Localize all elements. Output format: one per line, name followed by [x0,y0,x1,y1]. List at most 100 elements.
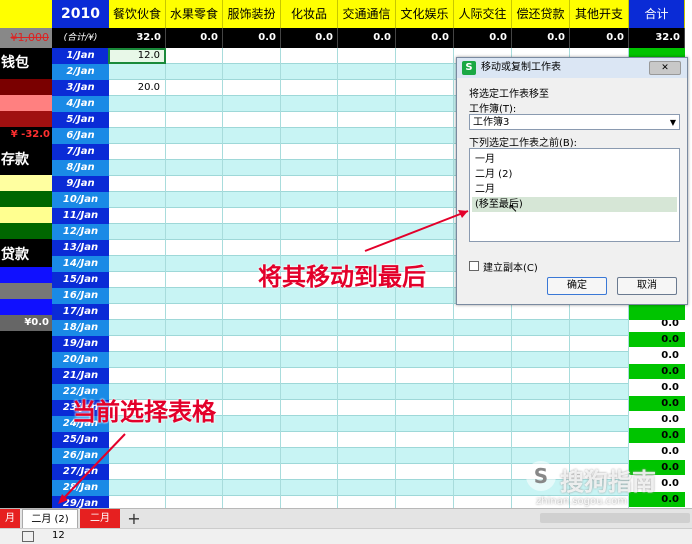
list-item[interactable]: 一月 [472,152,677,167]
date-cell[interactable]: 21/Jan [52,368,109,384]
dialog-titlebar[interactable]: S 移动或复制工作表 ✕ [457,58,687,78]
color-block [0,175,52,191]
date-cell[interactable]: 12/Jan [52,224,109,240]
column-header[interactable]: 餐饮伙食 [109,0,166,28]
total-cell[interactable]: 0.0 [629,380,685,396]
date-cell[interactable]: 16/Jan [52,288,109,304]
total-cell[interactable]: 0.0 [629,364,685,380]
dialog-title: 移动或复制工作表 [481,62,561,73]
table-row[interactable] [109,368,629,384]
date-cell[interactable]: 10/Jan [52,192,109,208]
total-cell[interactable] [629,304,685,320]
move-copy-dialog: S 移动或复制工作表 ✕ 将选定工作表移至 工作簿(T): 工作簿3 ▼ 下列选… [456,57,688,305]
table-row[interactable] [109,336,629,352]
date-cell[interactable]: 14/Jan [52,256,109,272]
total-cell[interactable]: 0.0 [629,396,685,412]
date-cell[interactable]: 1/Jan [52,48,109,64]
column-sum: 0.0 [454,28,512,48]
total-cell[interactable]: 0.0 [629,348,685,364]
add-sheet-button[interactable]: + [124,509,144,529]
table-row[interactable] [109,304,629,320]
date-cell[interactable]: 28/Jan [52,480,109,496]
year-cell: 2010 [52,0,109,28]
status-bar: 12 [0,528,692,544]
date-cell[interactable]: 9/Jan [52,176,109,192]
list-item[interactable]: 二月 (2) [472,167,677,182]
date-cell[interactable]: 3/Jan [52,80,109,96]
list-item-selected[interactable]: (移至最后) [472,197,677,212]
workbook-select[interactable]: 工作簿3 ▼ [469,114,680,130]
copy-checkbox[interactable] [469,261,479,271]
chevron-down-icon: ▼ [669,118,676,127]
amount-bottom: ¥0.0 [0,315,52,331]
column-header[interactable]: 文化娱乐 [396,0,454,28]
color-block [0,79,52,95]
date-cell[interactable]: 18/Jan [52,320,109,336]
column-sum: 0.0 [166,28,223,48]
cancel-button[interactable]: 取消 [617,277,677,295]
date-cell[interactable]: 7/Jan [52,144,109,160]
date-cell[interactable]: 6/Jan [52,128,109,144]
sheet-tab-bar: 月 二月 (2) 二月 + [0,508,692,529]
date-cell[interactable]: 11/Jan [52,208,109,224]
column-header[interactable]: 合计 [629,0,685,28]
column-header[interactable]: 化妆品 [281,0,338,28]
tab-jan[interactable]: 月 [0,509,20,529]
total-cell[interactable]: 0.0 [629,428,685,444]
cell-food-1[interactable]: 12.0 [112,50,160,61]
table-row[interactable] [109,320,629,336]
column-header[interactable]: 人际交往 [454,0,512,28]
grid-line [453,48,454,508]
date-cell[interactable]: 15/Jan [52,272,109,288]
date-cell[interactable]: 2/Jan [52,64,109,80]
column-sum: 0.0 [570,28,629,48]
horizontal-scrollbar[interactable] [540,513,690,523]
table-row[interactable] [109,432,629,448]
date-cell[interactable]: 26/Jan [52,448,109,464]
sum-label: (合计/¥) [52,28,109,48]
list-item[interactable]: 二月 [472,182,677,197]
date-cell[interactable]: 27/Jan [52,464,109,480]
deposit-label: 存款 [1,152,29,168]
total-cell[interactable]: 0.0 [629,412,685,428]
color-block [0,299,52,315]
date-cell[interactable]: 20/Jan [52,352,109,368]
status-value: 12 [52,530,65,541]
column-header[interactable]: 水果零食 [166,0,223,28]
column-header[interactable]: 服饰装扮 [223,0,281,28]
date-cell[interactable]: 13/Jan [52,240,109,256]
date-cell[interactable]: 5/Jan [52,112,109,128]
watermark-url: zhinan.sogou.com [536,496,628,507]
workbook-value: 工作簿3 [473,117,510,128]
close-icon[interactable]: ✕ [649,61,681,75]
wallet-label: 钱包 [1,55,29,71]
annotation-current: 当前选择表格 [72,398,216,426]
date-cell[interactable]: 17/Jan [52,304,109,320]
tab-feb-2[interactable]: 二月 (2) [22,509,78,529]
workbook-label: 工作簿(T): [469,104,517,115]
column-sum: 0.0 [281,28,338,48]
date-cell[interactable]: 8/Jan [52,160,109,176]
color-block [0,267,52,283]
column-header[interactable]: 交通通信 [338,0,396,28]
date-cell[interactable]: 4/Jan [52,96,109,112]
table-row[interactable] [109,448,629,464]
before-label: 下列选定工作表之前(B): [469,138,578,149]
cell-food-3[interactable]: 20.0 [112,82,160,93]
grid-line [165,48,166,508]
corner-cell [0,0,52,28]
total-cell[interactable]: 0.0 [629,332,685,348]
date-cell[interactable]: 19/Jan [52,336,109,352]
calculator-icon [22,531,34,542]
column-sum: 0.0 [396,28,454,48]
sogou-logo-icon: S [526,461,556,491]
ok-button[interactable]: 确定 [547,277,607,295]
table-row[interactable] [109,352,629,368]
total-cell[interactable]: 0.0 [629,444,685,460]
date-cell[interactable]: 25/Jan [52,432,109,448]
color-block [0,223,52,239]
sheet-list[interactable]: 一月 二月 (2) 二月 (移至最后) ↖ [469,148,680,242]
tab-feb[interactable]: 二月 [80,509,120,529]
column-header[interactable]: 偿还贷款 [512,0,570,28]
column-header[interactable]: 其他开支 [570,0,629,28]
